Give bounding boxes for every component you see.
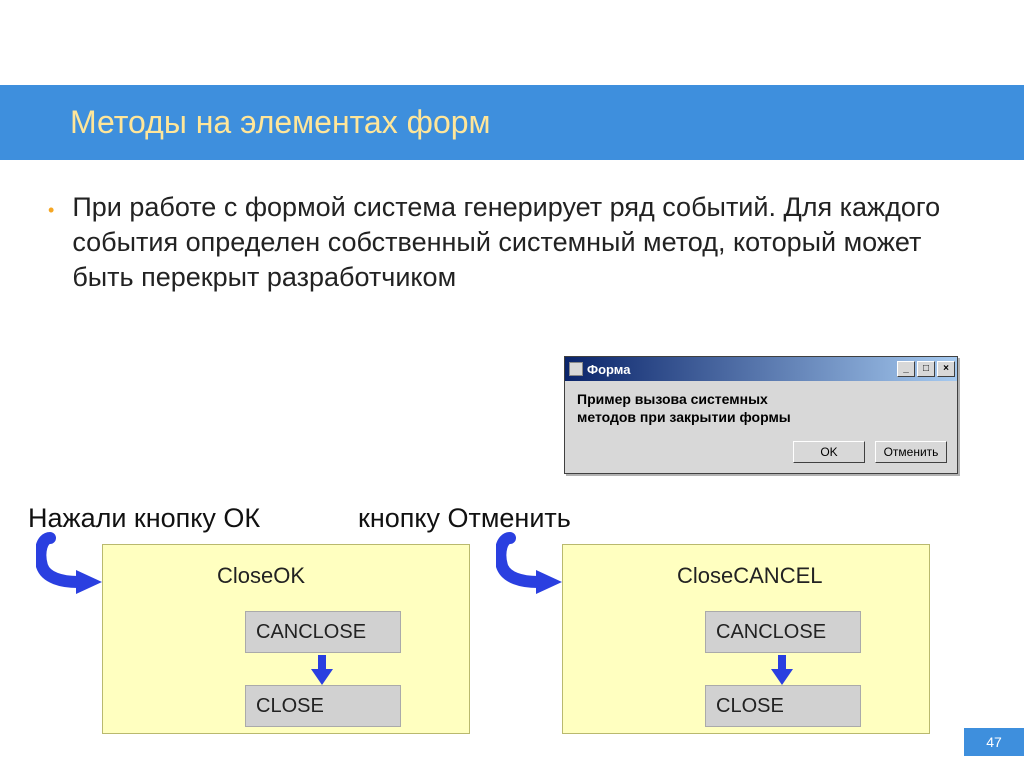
flow-box-cancel: CloseCANCEL CANCLOSE CLOSE: [562, 544, 930, 734]
arrow-down-icon: [313, 655, 331, 685]
ok-button[interactable]: OK: [793, 441, 865, 463]
dialog-window: Форма _ □ × Пример вызова системных мето…: [564, 356, 958, 474]
flow-ok-first: CloseOK: [217, 563, 305, 589]
minimize-icon[interactable]: _: [897, 361, 915, 377]
flow-label-cancel: кнопку Отменить: [358, 503, 571, 534]
cancel-button[interactable]: Отменить: [875, 441, 947, 463]
curved-arrow-icon: [36, 532, 106, 602]
bullet-block: • При работе с формой система генерирует…: [48, 190, 978, 295]
slide-title: Методы на элементах форм: [70, 104, 491, 141]
flow-box-ok: CloseOK CANCLOSE CLOSE: [102, 544, 470, 734]
flow-ok-step1: CANCLOSE: [245, 611, 401, 653]
bullet-dot-icon: •: [48, 190, 54, 221]
flow-cancel-first: CloseCANCEL: [677, 563, 823, 589]
page-number: 47: [964, 728, 1024, 756]
window-controls: _ □ ×: [897, 361, 957, 377]
window-icon: [569, 362, 583, 376]
arrow-down-icon: [773, 655, 791, 685]
flow-ok-step2: CLOSE: [245, 685, 401, 727]
dialog-line1: Пример вызова системных: [577, 391, 945, 407]
dialog-body: Пример вызова системных методов при закр…: [565, 381, 957, 435]
title-bar: Методы на элементах форм: [0, 85, 1024, 160]
bullet-text: При работе с формой система генерирует р…: [72, 190, 978, 295]
flow-cancel-step2: CLOSE: [705, 685, 861, 727]
curved-arrow-icon: [496, 532, 566, 602]
flow-label-ok: Нажали кнопку ОК: [28, 503, 260, 534]
dialog-buttons: OK Отменить: [565, 435, 957, 473]
flow-cancel-step1: CANCLOSE: [705, 611, 861, 653]
dialog-line2: методов при закрытии формы: [577, 409, 945, 425]
dialog-titlebar[interactable]: Форма _ □ ×: [565, 357, 957, 381]
dialog-title: Форма: [587, 362, 630, 377]
maximize-icon[interactable]: □: [917, 361, 935, 377]
slide: Методы на элементах форм • При работе с …: [0, 0, 1024, 768]
close-icon[interactable]: ×: [937, 361, 955, 377]
